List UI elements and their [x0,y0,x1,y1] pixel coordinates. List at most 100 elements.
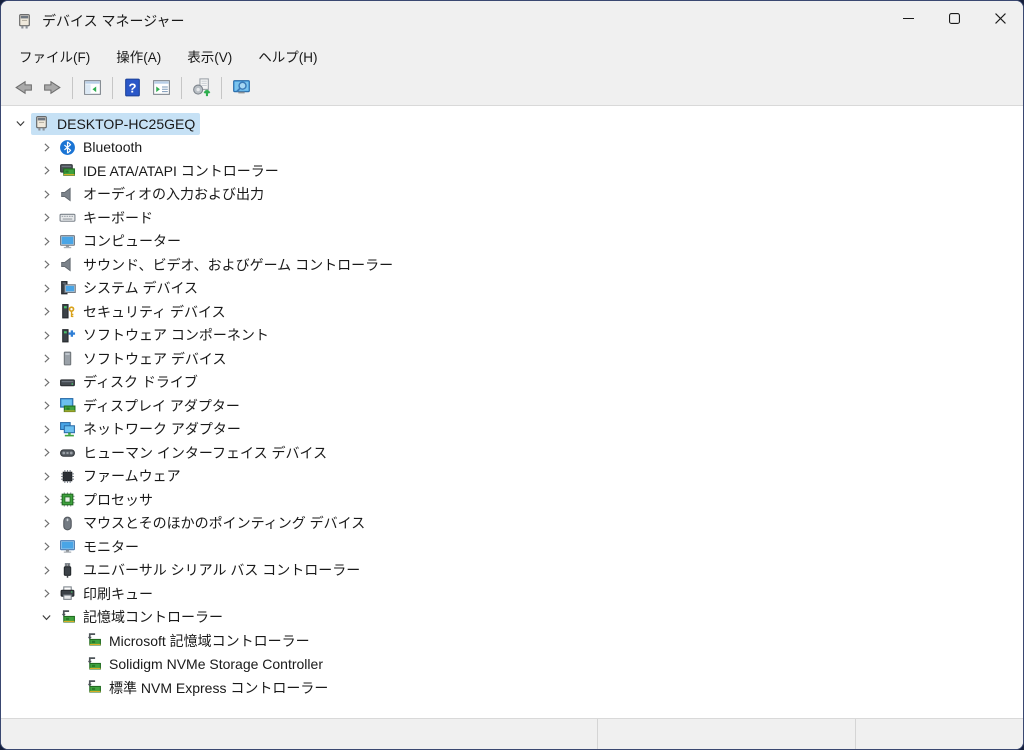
row-content[interactable]: Solidigm NVMe Storage Controller [83,653,328,675]
forward-button[interactable] [38,74,67,102]
status-pane [856,719,1023,749]
row-content[interactable]: Microsoft 記憶域コントローラー [83,630,315,652]
minimize-button[interactable] [885,1,931,39]
tree-item[interactable]: ソフトウェア デバイス [1,347,1023,371]
row-content[interactable]: IDE ATA/ATAPI コントローラー [57,160,284,182]
menu-item-action[interactable]: 操作(A) [106,43,171,69]
row-content[interactable]: システム デバイス [57,277,203,299]
row-content[interactable]: 印刷キュー [57,583,158,605]
chevron-right-icon[interactable] [35,492,57,508]
chevron-right-icon[interactable] [35,233,57,249]
chevron-right-icon[interactable] [35,351,57,367]
chevron-right-icon[interactable] [35,210,57,226]
tree-item[interactable]: ソフトウェア コンポーネント [1,324,1023,348]
chevron-right-icon[interactable] [35,186,57,202]
toolbar-separator [181,76,182,99]
row-content[interactable]: マウスとそのほかのポインティング デバイス [57,512,370,534]
chevron-right-icon[interactable] [35,398,57,414]
row-content[interactable]: ファームウェア [57,465,186,487]
row-content[interactable]: Bluetooth [57,136,147,158]
chevron-right-icon[interactable] [35,515,57,531]
tree-item[interactable]: マウスとそのほかのポインティング デバイス [1,512,1023,536]
tree-item[interactable]: ファームウェア [1,465,1023,489]
tree-item-label: マウスとそのほかのポインティング デバイス [83,515,366,532]
chevron-right-icon[interactable] [35,539,57,555]
properties-icon [151,77,172,98]
tree-item[interactable]: モニター [1,535,1023,559]
row-content[interactable]: ヒューマン インターフェイス デバイス [57,442,332,464]
scan-hardware-changes-button[interactable] [187,74,216,102]
row-content[interactable]: モニター [57,536,144,558]
tree-item[interactable]: ディスク ドライブ [1,371,1023,395]
row-content[interactable]: セキュリティ デバイス [57,301,231,323]
usb-controller-icon [59,562,76,579]
tree-item[interactable]: DESKTOP-HC25GEQ [1,112,1023,136]
chevron-right-icon[interactable] [35,374,57,390]
tree-item[interactable]: サウンド、ビデオ、およびゲーム コントローラー [1,253,1023,277]
chevron-down-icon[interactable] [35,609,57,625]
chevron-right-icon[interactable] [35,562,57,578]
tree-item[interactable]: IDE ATA/ATAPI コントローラー [1,159,1023,183]
tree-item[interactable]: 印刷キュー [1,582,1023,606]
tree-item[interactable]: ヒューマン インターフェイス デバイス [1,441,1023,465]
row-content[interactable]: ディスク ドライブ [57,371,203,393]
tree-item[interactable]: プロセッサ [1,488,1023,512]
tree-item[interactable]: Bluetooth [1,136,1023,160]
tree-item[interactable]: 記憶域コントローラー [1,606,1023,630]
row-content[interactable]: プロセッサ [57,489,158,511]
toolbar-separator [112,76,113,99]
back-button[interactable] [9,74,38,102]
chevron-right-icon[interactable] [35,586,57,602]
tree-item[interactable]: システム デバイス [1,277,1023,301]
tree-item[interactable]: オーディオの入力および出力 [1,183,1023,207]
close-button[interactable] [977,1,1023,39]
tree-item[interactable]: キーボード [1,206,1023,230]
tree-item-label: ヒューマン インターフェイス デバイス [83,444,328,461]
row-content[interactable]: オーディオの入力および出力 [57,183,269,205]
properties-button[interactable] [147,74,176,102]
chevron-right-icon[interactable] [35,139,57,155]
tree-item[interactable]: コンピューター [1,230,1023,254]
row-content[interactable]: 標準 NVM Express コントローラー [83,677,333,699]
show-console-tree-button[interactable] [78,74,107,102]
tree-item[interactable]: セキュリティ デバイス [1,300,1023,324]
row-content[interactable]: キーボード [57,207,158,229]
tree-item[interactable]: ユニバーサル シリアル バス コントローラー [1,559,1023,583]
status-pane [1,719,598,749]
selected-row-content[interactable]: DESKTOP-HC25GEQ [31,112,201,135]
row-content[interactable]: 記憶域コントローラー [57,606,228,628]
chevron-right-icon[interactable] [35,163,57,179]
chevron-right-icon[interactable] [35,280,57,296]
tree-item-label: セキュリティ デバイス [83,303,226,320]
help-button[interactable]: ? [118,74,147,102]
tree-item-label: Solidigm NVMe Storage Controller [109,656,323,673]
tree-item-label: 標準 NVM Express コントローラー [109,679,329,696]
tree-item[interactable]: Solidigm NVMe Storage Controller [1,653,1023,677]
search-computer-button[interactable] [227,74,256,102]
chevron-right-icon[interactable] [35,468,57,484]
tree-item[interactable]: Microsoft 記憶域コントローラー [1,629,1023,653]
row-content[interactable]: サウンド、ビデオ、およびゲーム コントローラー [57,254,398,276]
row-content[interactable]: ソフトウェア デバイス [57,348,231,370]
menu-item-help[interactable]: ヘルプ(H) [248,43,327,69]
chevron-right-icon[interactable] [35,304,57,320]
tree-item[interactable]: 標準 NVM Express コントローラー [1,676,1023,700]
row-content[interactable]: ソフトウェア コンポーネント [57,324,274,346]
row-content[interactable]: ディスプレイ アダプター [57,395,245,417]
arrow-forward-icon [42,77,63,98]
chevron-right-icon[interactable] [35,327,57,343]
row-content[interactable]: ネットワーク アダプター [57,418,246,440]
computer-icon [59,233,76,250]
ide-controller-icon [59,162,76,179]
chevron-right-icon[interactable] [35,257,57,273]
chevron-right-icon[interactable] [35,421,57,437]
chevron-right-icon[interactable] [35,445,57,461]
tree-item[interactable]: ディスプレイ アダプター [1,394,1023,418]
row-content[interactable]: コンピューター [57,230,186,252]
tree-item[interactable]: ネットワーク アダプター [1,418,1023,442]
menu-item-view[interactable]: 表示(V) [177,43,242,69]
maximize-button[interactable] [931,1,977,39]
chevron-down-icon[interactable] [9,116,31,132]
row-content[interactable]: ユニバーサル シリアル バス コントローラー [57,559,365,581]
menu-item-file[interactable]: ファイル(F) [9,43,100,69]
